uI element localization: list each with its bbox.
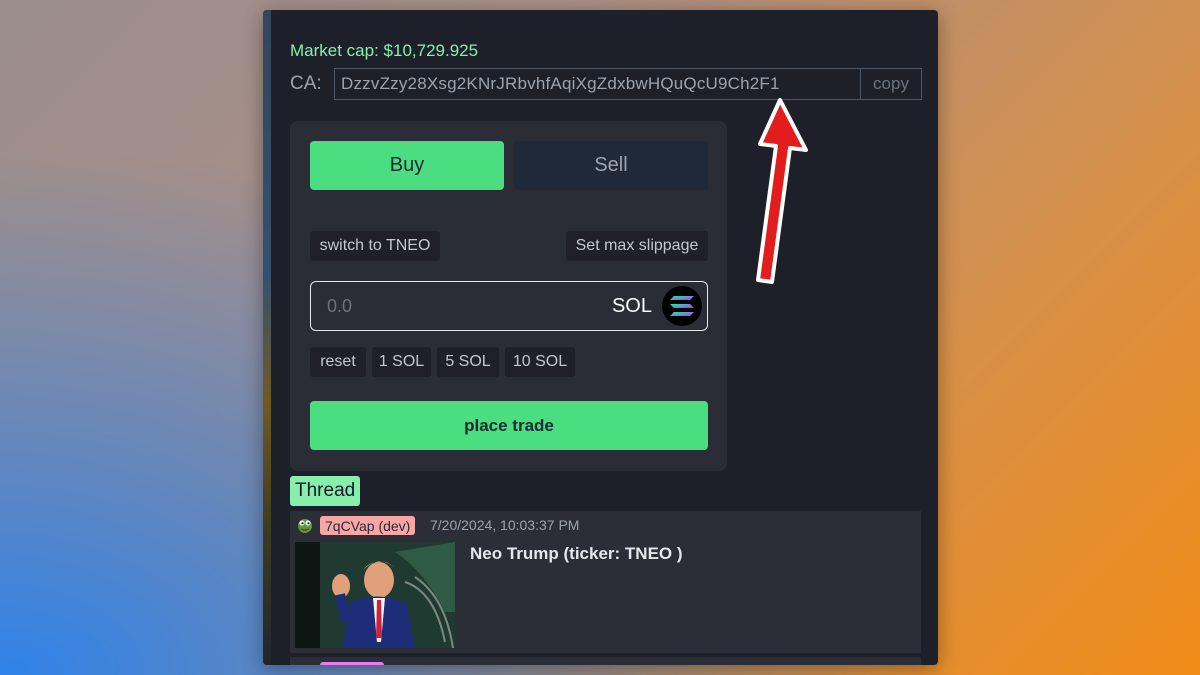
- contract-address-label: CA:: [290, 73, 322, 94]
- quick-amount-10-sol[interactable]: 10 SOL: [505, 347, 575, 377]
- thread-post-partial: [290, 657, 921, 665]
- switch-token-button[interactable]: switch to TNEO: [310, 231, 440, 261]
- post-title: Neo Trump (ticker: TNEO ): [470, 544, 683, 563]
- market-cap: Market cap: $10,729.925: [290, 41, 479, 60]
- pepe-avatar-icon: [296, 516, 314, 534]
- trade-card: Buy Sell switch to TNEO Set max slippage…: [290, 121, 727, 471]
- solana-logo-icon: [662, 286, 702, 326]
- token-panel: Market cap: $10,729.925 CA: DzzvZzy28Xsg…: [263, 10, 938, 665]
- post-image[interactable]: [295, 542, 455, 648]
- amount-input[interactable]: 0.0 SOL: [310, 281, 708, 331]
- post-user-badge[interactable]: 7qCVap (dev): [320, 516, 416, 535]
- amount-unit: SOL: [611, 294, 652, 317]
- quick-amount-1-sol[interactable]: 1 SOL: [372, 347, 431, 377]
- post-date: 7/20/2024, 10:03:37 PM: [430, 517, 580, 533]
- sell-tab[interactable]: Sell: [514, 141, 708, 190]
- red-arrow-annotation: [756, 98, 808, 284]
- chart-edge: [263, 10, 271, 665]
- thread-heading: Thread: [290, 476, 361, 506]
- amount-placeholder: 0.0: [327, 295, 353, 316]
- max-slippage-button[interactable]: Set max slippage: [566, 231, 708, 261]
- thread-post: 7qCVap (dev) 7/20/2024, 10:03:37 PM Neo …: [290, 511, 921, 653]
- contract-address-row: CA: DzzvZzy28Xsg2KNrJRbvhfAqiXgZdxbwHQuQ…: [290, 68, 922, 100]
- buy-tab[interactable]: Buy: [310, 141, 504, 190]
- quick-amount-reset[interactable]: reset: [310, 347, 366, 377]
- copy-button[interactable]: copy: [860, 68, 922, 100]
- quick-amount-5-sol[interactable]: 5 SOL: [437, 347, 499, 377]
- post-user-badge-partial: [320, 662, 384, 665]
- place-trade-button[interactable]: place trade: [310, 401, 708, 450]
